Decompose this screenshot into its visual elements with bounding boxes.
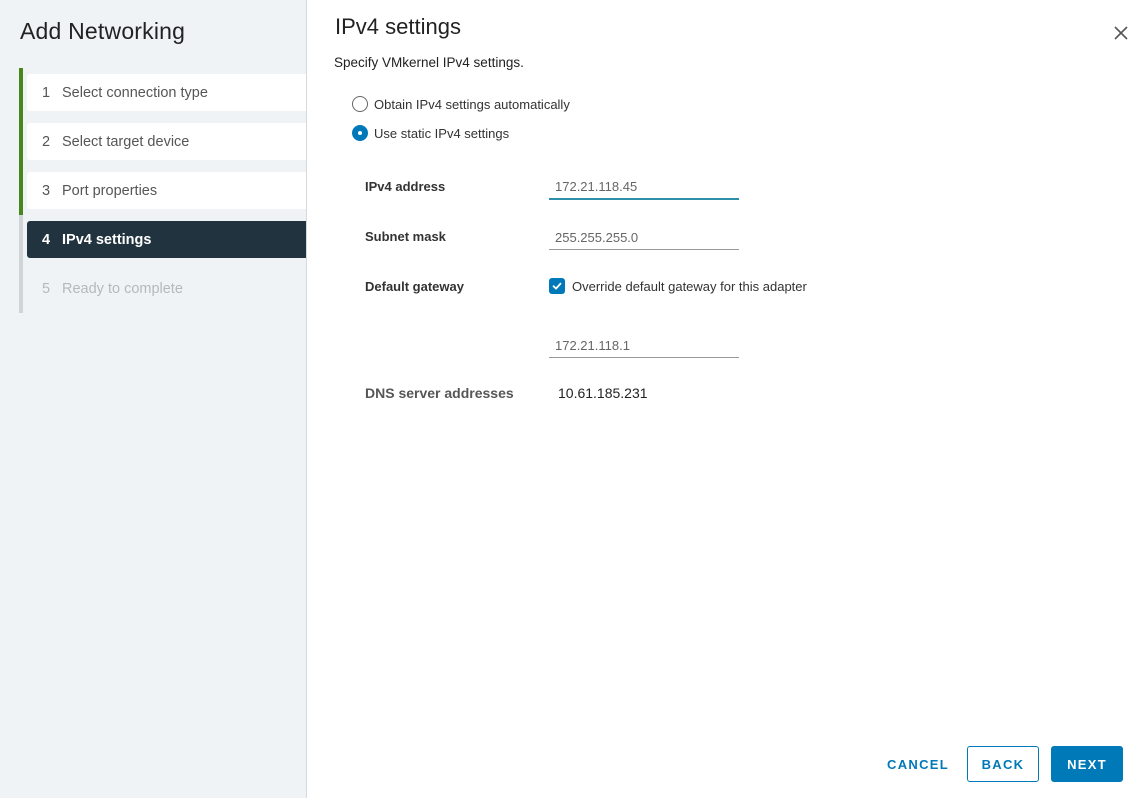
- radio-button-checked[interactable]: [352, 125, 368, 141]
- step-label: Port properties: [62, 182, 158, 199]
- ipv4-address-label: IPv4 address: [365, 179, 446, 194]
- wizard-step-port-properties[interactable]: 3 Port properties: [27, 172, 306, 209]
- back-button[interactable]: BACK: [967, 746, 1039, 782]
- add-networking-dialog: Add Networking 1 Select connection type …: [0, 0, 1136, 798]
- override-gateway-label: Override default gateway for this adapte…: [572, 278, 807, 294]
- radio-obtain-automatically[interactable]: Obtain IPv4 settings automatically: [352, 96, 570, 112]
- radio-use-static[interactable]: Use static IPv4 settings: [352, 125, 509, 141]
- step-number: 3: [42, 182, 51, 199]
- step-number: 1: [42, 84, 51, 101]
- ipv4-address-input[interactable]: [549, 175, 739, 200]
- cancel-button[interactable]: CANCEL: [877, 746, 959, 782]
- step-label: IPv4 settings: [62, 231, 152, 248]
- radio-label: Use static IPv4 settings: [374, 125, 510, 141]
- override-gateway-checkbox[interactable]: [549, 278, 565, 294]
- page-subtitle: Specify VMkernel IPv4 settings.: [334, 55, 524, 70]
- subnet-mask-input[interactable]: [549, 226, 739, 250]
- step-label: Select target device: [62, 133, 190, 150]
- dns-server-label: DNS server addresses: [365, 385, 514, 401]
- progress-fill: [19, 68, 23, 215]
- step-number: 4: [42, 231, 51, 248]
- step-number: 5: [42, 280, 51, 297]
- wizard-step-ipv4-settings[interactable]: 4 IPv4 settings: [27, 221, 306, 258]
- default-gateway-input[interactable]: [549, 334, 739, 358]
- wizard-content: IPv4 settings Specify VMkernel IPv4 sett…: [307, 0, 1136, 798]
- step-number: 2: [42, 133, 51, 150]
- wizard-step-ready-to-complete: 5 Ready to complete: [27, 270, 306, 307]
- checkmark-icon: [552, 282, 562, 290]
- close-icon: [1114, 26, 1128, 40]
- step-label: Ready to complete: [62, 280, 183, 297]
- default-gateway-label: Default gateway: [365, 279, 464, 294]
- wizard-step-select-connection-type[interactable]: 1 Select connection type: [27, 74, 306, 111]
- next-button[interactable]: NEXT: [1051, 746, 1123, 782]
- subnet-mask-label: Subnet mask: [365, 229, 446, 244]
- override-gateway-checkbox-row[interactable]: Override default gateway for this adapte…: [549, 278, 807, 294]
- dns-server-value: 10.61.185.231: [558, 385, 648, 401]
- page-title: IPv4 settings: [335, 14, 461, 39]
- wizard-step-select-target-device[interactable]: 2 Select target device: [27, 123, 306, 160]
- wizard-sidebar: Add Networking 1 Select connection type …: [0, 0, 307, 798]
- close-button[interactable]: [1112, 24, 1130, 42]
- radio-label: Obtain IPv4 settings automatically: [374, 96, 570, 112]
- wizard-title: Add Networking: [20, 18, 186, 44]
- step-label: Select connection type: [62, 84, 208, 101]
- radio-button-unchecked[interactable]: [352, 96, 368, 112]
